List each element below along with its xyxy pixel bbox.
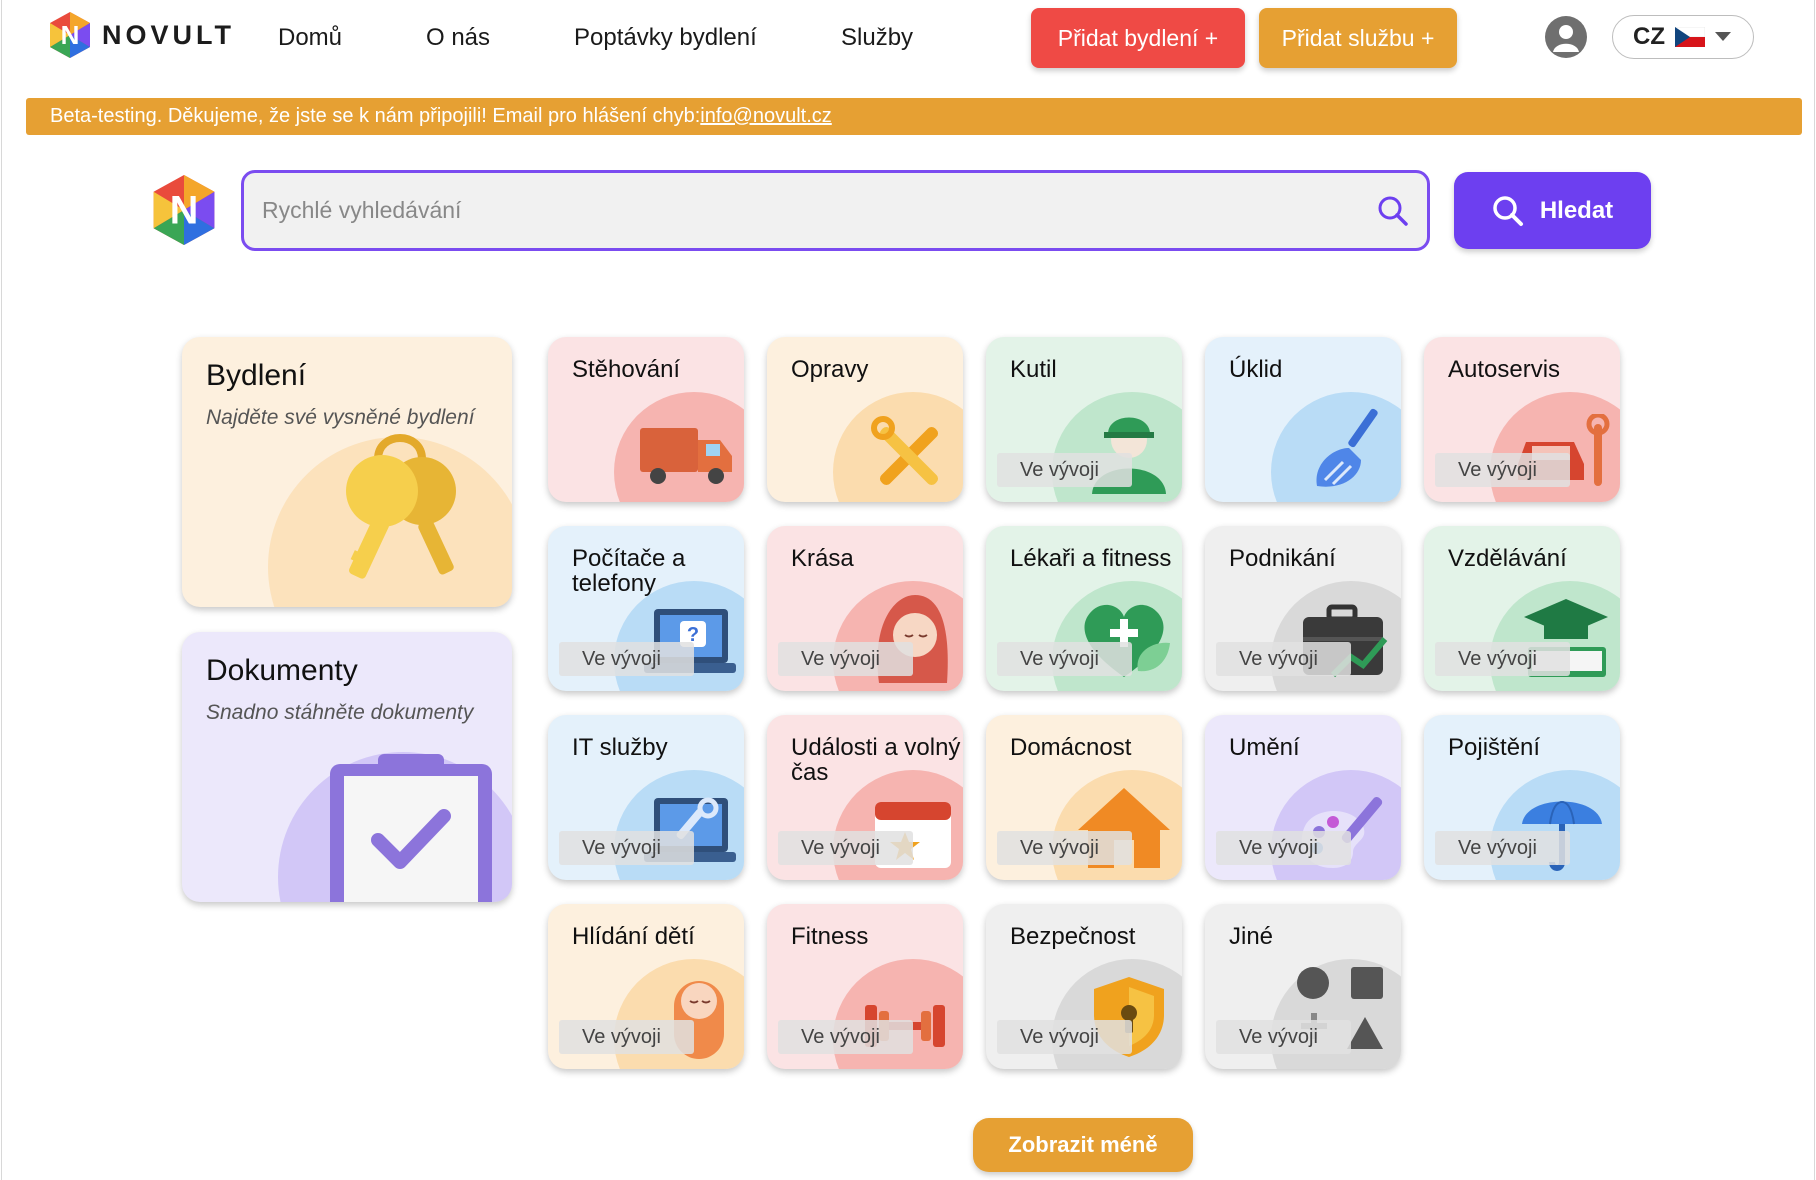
show-less-button[interactable]: Zobrazit méně (973, 1118, 1193, 1172)
svg-text:N: N (170, 189, 199, 233)
in-development-badge: Ve vývoji (997, 642, 1132, 676)
in-development-badge: Ve vývoji (1435, 831, 1570, 865)
nav-link-about[interactable]: O nás (426, 24, 490, 52)
housing-title: Bydlení (206, 359, 307, 392)
in-development-badge: Ve vývoji (997, 1020, 1132, 1054)
chevron-down-icon (1715, 32, 1731, 41)
brand-logo[interactable]: N NOVULT (48, 10, 235, 60)
category-tile-household[interactable]: Domácnost Ve vývoji (986, 715, 1182, 880)
in-development-badge: Ve vývoji (1216, 1020, 1351, 1054)
in-development-badge: Ve vývoji (1216, 642, 1351, 676)
category-tile-computers-phones[interactable]: ? Počítače a telefony Ve vývoji (548, 526, 744, 691)
in-development-badge: Ve vývoji (1435, 642, 1570, 676)
brand-name: NOVULT (102, 19, 235, 50)
category-title: Krása (791, 545, 854, 572)
nav-link-housing-requests[interactable]: Poptávky bydlení (574, 24, 757, 52)
category-tile-moving[interactable]: Stěhování (548, 337, 744, 502)
in-development-badge: Ve vývoji (778, 642, 913, 676)
category-title: Vzdělávání (1448, 545, 1567, 572)
czech-flag-icon (1675, 27, 1705, 47)
category-tile-fitness[interactable]: Fitness Ve vývoji (767, 904, 963, 1069)
in-development-badge: Ve vývoji (997, 831, 1132, 865)
category-title: Podnikání (1229, 545, 1336, 572)
category-tile-other[interactable]: Jiné Ve vývoji (1205, 904, 1401, 1069)
in-development-badge: Ve vývoji (1216, 831, 1351, 865)
in-development-badge: Ve vývoji (559, 831, 694, 865)
novult-logo-icon: N (153, 175, 215, 245)
clipboard-check-icon (330, 754, 492, 902)
top-navigation: N NOVULT Domů O nás Poptávky bydlení Slu… (0, 0, 1816, 80)
category-title: Umění (1229, 734, 1300, 761)
category-tile-repairs[interactable]: Opravy (767, 337, 963, 502)
housing-subtitle: Najděte své vysněné bydlení (206, 406, 475, 429)
beta-banner-text: Beta-testing. Děkujeme, že jste se k nám… (50, 105, 701, 127)
category-title: Události a volný čas (791, 734, 961, 786)
search-box (241, 170, 1430, 251)
category-title: Počítače a telefony (572, 545, 686, 597)
documents-subtitle: Snadno stáhněte dokumenty (206, 701, 474, 724)
category-tile-car-service[interactable]: Autoservis Ve vývoji (1424, 337, 1620, 502)
category-title: Fitness (791, 923, 869, 950)
category-title: Autoservis (1448, 356, 1561, 383)
category-title: Stěhování (572, 356, 681, 383)
category-tile-insurance[interactable]: Pojištění Ve vývoji (1424, 715, 1620, 880)
category-title: Úklid (1229, 356, 1283, 383)
search-button[interactable]: Hledat (1454, 172, 1651, 249)
category-tile-cleaning[interactable]: Úklid (1205, 337, 1401, 502)
category-card-housing[interactable]: Bydlení Najděte své vysněné bydlení (182, 337, 512, 607)
language-code: CZ (1633, 23, 1665, 50)
svg-text:N: N (61, 20, 80, 50)
beta-banner-email-link[interactable]: info@novult.cz (700, 105, 831, 127)
category-tile-babysitting[interactable]: Hlídání dětí Ve vývoji (548, 904, 744, 1069)
tools-icon (871, 416, 939, 486)
search-icon[interactable] (1377, 195, 1409, 227)
category-tile-events-leisure[interactable]: Události a volný čas Ve vývoji (767, 715, 963, 880)
truck-icon (640, 428, 732, 484)
category-tile-handyman[interactable]: Kutil Ve vývoji (986, 337, 1182, 502)
category-tile-security[interactable]: Bezpečnost Ve vývoji (986, 904, 1182, 1069)
documents-title: Dokumenty (206, 654, 358, 687)
search-logo: N (150, 172, 218, 253)
in-development-badge: Ve vývoji (778, 831, 913, 865)
in-development-badge: Ve vývoji (1435, 453, 1570, 487)
search-icon (1493, 195, 1523, 226)
add-housing-button[interactable]: Přidat bydlení + (1031, 8, 1245, 68)
novult-logo-icon: N (50, 12, 90, 58)
nav-link-services[interactable]: Služby (841, 24, 913, 52)
category-title: Opravy (791, 356, 869, 383)
category-title: Lékaři a fitness (1010, 545, 1172, 572)
nav-link-home[interactable]: Domů (278, 24, 342, 52)
category-tile-business[interactable]: Podnikání Ve vývoji (1205, 526, 1401, 691)
in-development-badge: Ve vývoji (778, 1020, 913, 1054)
add-service-button[interactable]: Přidat službu + (1259, 8, 1457, 68)
category-title: Kutil (1010, 356, 1057, 383)
category-tile-art[interactable]: Umění Ve vývoji (1205, 715, 1401, 880)
category-title: Hlídání dětí (572, 923, 695, 950)
category-title: Domácnost (1010, 734, 1132, 761)
category-card-documents[interactable]: Dokumenty Snadno stáhněte dokumenty (182, 632, 512, 902)
category-title: Bezpečnost (1010, 923, 1136, 950)
category-title: IT služby (572, 734, 668, 761)
search-button-label: Hledat (1539, 196, 1614, 224)
category-tile-it-services[interactable]: IT služby Ve vývoji (548, 715, 744, 880)
keys-icon (346, 434, 456, 579)
category-title: Jiné (1229, 923, 1274, 950)
in-development-badge: Ve vývoji (559, 1020, 694, 1054)
category-tile-beauty[interactable]: Krása Ve vývoji (767, 526, 963, 691)
in-development-badge: Ve vývoji (997, 453, 1132, 487)
broom-icon (1316, 408, 1378, 487)
category-tile-education[interactable]: Vzdělávání Ve vývoji (1424, 526, 1620, 691)
in-development-badge: Ve vývoji (559, 642, 694, 676)
search-input[interactable] (262, 173, 1362, 248)
category-tile-doctors-fitness[interactable]: Lékaři a fitness Ve vývoji (986, 526, 1182, 691)
beta-banner: Beta-testing. Děkujeme, že jste se k nám… (26, 98, 1802, 135)
language-selector[interactable]: CZ (1612, 15, 1754, 59)
user-avatar-icon[interactable] (1545, 16, 1587, 58)
category-title: Pojištění (1448, 734, 1541, 761)
